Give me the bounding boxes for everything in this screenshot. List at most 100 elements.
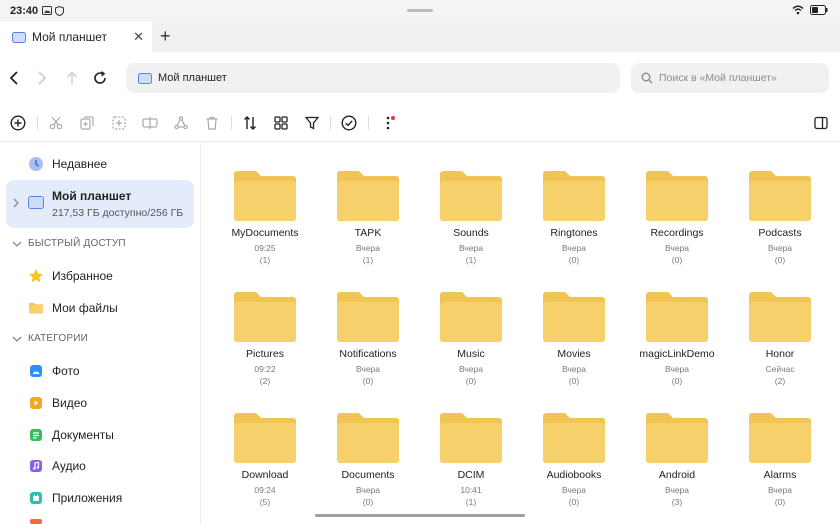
sidebar-item-recent[interactable]: Недавнее — [6, 149, 194, 179]
folder-item[interactable]: Podcasts Вчера (0) — [730, 169, 830, 279]
video-icon — [30, 397, 42, 409]
folder-date: Вчера — [459, 243, 483, 253]
search-icon — [641, 72, 653, 84]
folder-date: Вчера — [356, 243, 380, 253]
folder-grid: MyDocuments 09:25 (1) TAPK Вчера (1) Sou… — [201, 143, 840, 524]
folder-item[interactable]: Alarms Вчера (0) — [730, 411, 830, 521]
forward-button[interactable] — [32, 68, 52, 88]
folder-date: Вчера — [768, 243, 792, 253]
select-button[interactable] — [339, 113, 359, 133]
folder-icon — [440, 171, 502, 221]
cut-button[interactable] — [46, 113, 66, 133]
chevron-right-icon[interactable] — [12, 198, 20, 208]
up-button[interactable] — [62, 68, 82, 88]
folder-date: Сейчас — [765, 364, 795, 374]
folder-item[interactable]: magicLinkDemo Вчера (0) — [627, 290, 727, 400]
folder-count: (0) — [568, 255, 580, 265]
section-quick-access[interactable]: БЫСТРЫЙ ДОСТУП — [12, 238, 126, 249]
folder-count: (0) — [671, 255, 683, 265]
copy-button[interactable] — [77, 113, 97, 133]
status-time: 23:40 — [10, 5, 39, 17]
home-indicator[interactable] — [315, 514, 525, 517]
folder-item[interactable]: Honor Сейчас (2) — [730, 290, 830, 400]
chevron-down-icon — [12, 241, 22, 247]
folder-count: (2) — [774, 376, 786, 386]
folder-name: Ringtones — [550, 227, 598, 239]
chevron-down-icon — [12, 336, 22, 342]
sidebar-item-label: Избранное — [52, 269, 113, 283]
create-button[interactable] — [8, 113, 28, 133]
sort-icon — [244, 116, 256, 130]
folder-item[interactable]: Sounds Вчера (1) — [421, 169, 521, 279]
delete-button[interactable] — [202, 113, 222, 133]
folder-count: (0) — [362, 497, 374, 507]
rename-button[interactable] — [140, 113, 160, 133]
folder-item[interactable]: Documents Вчера (0) — [318, 411, 418, 521]
view-mode-button[interactable] — [271, 113, 291, 133]
share-button[interactable] — [171, 113, 191, 133]
folder-date: Вчера — [459, 364, 483, 374]
sidebar-item-my-files[interactable]: Мои файлы — [6, 293, 194, 323]
more-button[interactable] — [378, 113, 398, 133]
sidebar-item-favorites[interactable]: Избранное — [6, 261, 194, 291]
sidebar-item-video[interactable]: Видео — [6, 388, 194, 418]
tab-my-tablet[interactable]: Мой планшет ✕ — [0, 22, 152, 52]
address-bar[interactable]: Мой планшет — [126, 63, 620, 93]
notification-dot — [391, 116, 395, 120]
folder-item[interactable]: DCIM 10:41 (1) — [421, 411, 521, 521]
sort-button[interactable] — [240, 113, 260, 133]
toolbar — [0, 104, 840, 142]
folder-item[interactable]: Notifications Вчера (0) — [318, 290, 418, 400]
sidebar-item-apps[interactable]: Приложения — [6, 483, 194, 513]
toolbar-divider — [368, 116, 369, 130]
folder-count: (1) — [259, 255, 271, 265]
tablet-icon — [28, 196, 44, 209]
move-button[interactable] — [109, 113, 129, 133]
sidebar-item-photo[interactable]: Фото — [6, 356, 194, 386]
toggle-sidebar-button[interactable] — [811, 113, 831, 133]
folder-count: (0) — [568, 497, 580, 507]
folder-icon — [646, 171, 708, 221]
share-icon — [174, 116, 188, 130]
folder-item[interactable]: Download 09:24 (5) — [215, 411, 315, 521]
sidebar-item-documents[interactable]: Документы — [6, 420, 194, 450]
folder-name: Podcasts — [758, 227, 802, 239]
new-tab-button[interactable]: + — [160, 26, 171, 47]
refresh-button[interactable] — [90, 68, 110, 88]
folder-count: (0) — [465, 376, 477, 386]
sidebar-item-my-tablet[interactable]: Мой планшет 217,53 ГБ доступно/256 ГБ — [6, 180, 194, 228]
folder-name: TAPK — [354, 227, 382, 239]
refresh-icon — [94, 71, 106, 84]
folder-item[interactable]: Android Вчера (3) — [627, 411, 727, 521]
sidebar-item-audio[interactable]: Аудио — [6, 451, 194, 481]
folder-item[interactable]: Recordings Вчера (0) — [627, 169, 727, 279]
shield-notification-icon — [55, 6, 64, 16]
folder-count: (0) — [774, 497, 786, 507]
arrow-right-icon — [38, 71, 47, 85]
search-input[interactable] — [659, 72, 819, 84]
folder-item[interactable]: TAPK Вчера (1) — [318, 169, 418, 279]
back-button[interactable] — [4, 68, 24, 88]
folder-item[interactable]: Ringtones Вчера (0) — [524, 169, 624, 279]
folder-name: Music — [457, 348, 485, 360]
folder-item[interactable]: Pictures 09:22 (2) — [215, 290, 315, 400]
folder-item[interactable]: Audiobooks Вчера (0) — [524, 411, 624, 521]
sidebar-item-label: Документы — [52, 428, 114, 442]
folder-item[interactable]: Music Вчера (0) — [421, 290, 521, 400]
folder-icon — [234, 171, 296, 221]
folder-icon — [749, 413, 811, 463]
section-categories[interactable]: КАТЕГОРИИ — [12, 333, 88, 344]
filter-button[interactable] — [302, 113, 322, 133]
window-drag-handle[interactable] — [407, 9, 433, 12]
sidebar-item-label: Видео — [52, 396, 88, 410]
folder-icon — [543, 292, 605, 342]
folder-item[interactable]: Movies Вчера (0) — [524, 290, 624, 400]
tablet-icon — [12, 31, 26, 43]
folder-name: Audiobooks — [546, 469, 602, 481]
folder-date: Вчера — [562, 243, 586, 253]
folder-item[interactable]: MyDocuments 09:25 (1) — [215, 169, 315, 279]
search-box[interactable] — [631, 63, 829, 93]
photo-icon — [30, 365, 42, 377]
sidebar-item-label: Недавнее — [52, 157, 108, 171]
close-tab-icon[interactable]: ✕ — [133, 29, 144, 45]
